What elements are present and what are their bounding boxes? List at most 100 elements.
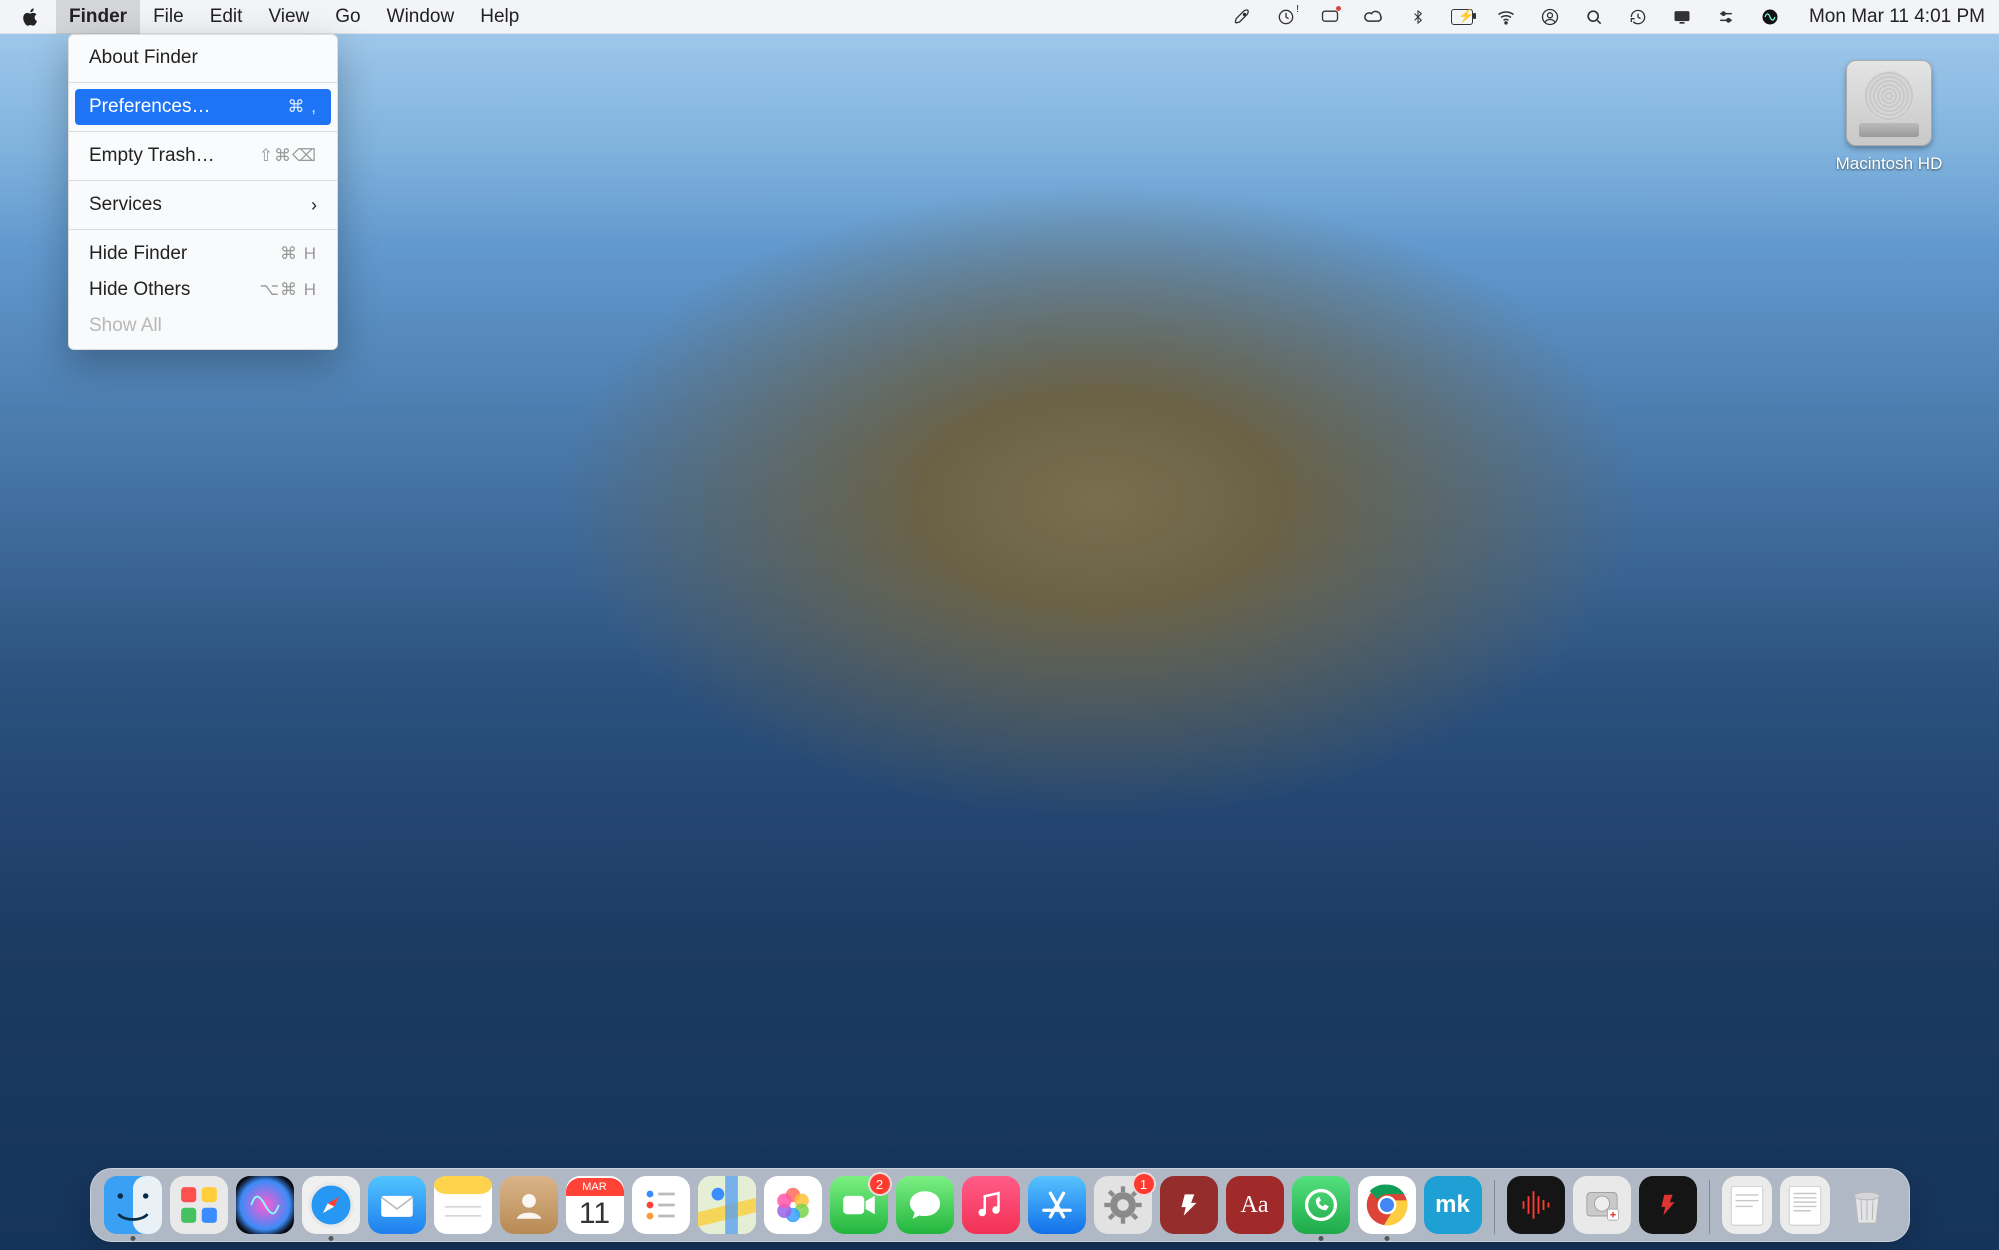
creative-cloud-icon[interactable] xyxy=(1363,6,1385,28)
dock-app-maps[interactable] xyxy=(698,1176,756,1234)
menu-finder[interactable]: Finder xyxy=(56,0,140,34)
menu-item-label: Preferences… xyxy=(89,96,210,118)
disk-utility-icon xyxy=(1580,1183,1624,1227)
dock-app-launchpad[interactable] xyxy=(170,1176,228,1234)
menu-bar: Finder File Edit View Go Window Help ! ⚡… xyxy=(0,0,1999,34)
menu-item-label: Show All xyxy=(89,315,162,337)
display-menu-icon[interactable] xyxy=(1671,6,1693,28)
menu-item-label: Empty Trash… xyxy=(89,145,215,167)
menu-file[interactable]: File xyxy=(140,0,197,34)
trash-icon xyxy=(1843,1178,1891,1232)
dock-trash[interactable] xyxy=(1838,1176,1896,1234)
calendar-day-label: 11 xyxy=(579,1196,610,1232)
menu-go[interactable]: Go xyxy=(322,0,373,34)
dock-app-mk[interactable]: mk xyxy=(1424,1176,1482,1234)
control-strip-icon[interactable] xyxy=(1715,6,1737,28)
battery-icon[interactable]: ⚡ xyxy=(1451,6,1473,28)
siri-icon xyxy=(245,1185,285,1225)
dock-app-mail[interactable] xyxy=(368,1176,426,1234)
dock-app-disk-utility[interactable] xyxy=(1573,1176,1631,1234)
dock: MAR 11 2 1 Aa xyxy=(90,1168,1910,1242)
menu-empty-trash[interactable]: Empty Trash… ⇧⌘⌫ xyxy=(69,138,337,174)
menu-item-label: Hide Others xyxy=(89,279,190,301)
dock-separator xyxy=(1494,1180,1495,1234)
menu-shortcut: ⌘ H xyxy=(280,244,317,264)
menu-about-finder[interactable]: About Finder xyxy=(69,40,337,76)
menu-separator xyxy=(69,131,337,132)
bluetooth-icon[interactable] xyxy=(1407,6,1429,28)
menu-view[interactable]: View xyxy=(255,0,322,34)
menu-shortcut: ⌥⌘ H xyxy=(259,280,317,300)
rocket-icon[interactable] xyxy=(1231,6,1253,28)
menu-edit[interactable]: Edit xyxy=(197,0,256,34)
flash-icon xyxy=(1653,1190,1683,1220)
user-icon[interactable] xyxy=(1539,6,1561,28)
finder-dropdown-menu: About Finder Preferences… ⌘ , Empty Tras… xyxy=(68,34,338,350)
dictionary-icon: Aa xyxy=(1241,1192,1269,1219)
badge-count: 2 xyxy=(868,1172,892,1196)
menu-separator xyxy=(69,82,337,83)
safari-icon xyxy=(305,1179,357,1231)
document-icon xyxy=(1782,1180,1828,1230)
bell-alert-icon[interactable]: ! xyxy=(1275,6,1297,28)
dock-app-notes[interactable] xyxy=(434,1176,492,1234)
menu-help[interactable]: Help xyxy=(467,0,532,34)
menu-item-label: Services xyxy=(89,194,162,216)
menu-window[interactable]: Window xyxy=(374,0,468,34)
dock-app-safari[interactable] xyxy=(302,1176,360,1234)
desktop-icon-macintosh-hd[interactable]: Macintosh HD xyxy=(1829,60,1949,174)
chevron-right-icon: › xyxy=(311,195,317,216)
dock-app-facetime[interactable]: 2 xyxy=(830,1176,888,1234)
dock-app-flash-player[interactable] xyxy=(1160,1176,1218,1234)
wifi-icon[interactable] xyxy=(1495,6,1517,28)
calendar-month-label: MAR xyxy=(566,1178,624,1196)
menu-item-label: Hide Finder xyxy=(89,243,187,265)
appstore-icon xyxy=(1036,1184,1078,1226)
menu-preferences[interactable]: Preferences… ⌘ , xyxy=(75,89,331,125)
menu-hide-others[interactable]: Hide Others ⌥⌘ H xyxy=(69,272,337,308)
dock-app-chrome[interactable] xyxy=(1358,1176,1416,1234)
messages-icon xyxy=(903,1183,947,1227)
menu-shortcut: ⇧⌘⌫ xyxy=(259,146,317,166)
dock-app-system-preferences[interactable]: 1 xyxy=(1094,1176,1152,1234)
siri-menu-icon[interactable] xyxy=(1759,6,1781,28)
menu-separator xyxy=(69,180,337,181)
menu-hide-finder[interactable]: Hide Finder ⌘ H xyxy=(69,236,337,272)
dock-app-finder[interactable] xyxy=(104,1176,162,1234)
apple-menu[interactable] xyxy=(20,6,42,28)
dock-app-siri[interactable] xyxy=(236,1176,294,1234)
document-icon xyxy=(1724,1180,1770,1230)
reminders-icon xyxy=(639,1183,683,1227)
running-indicator-icon xyxy=(328,1236,333,1241)
dock-app-calendar[interactable]: MAR 11 xyxy=(566,1176,624,1234)
dock-app-contacts[interactable] xyxy=(500,1176,558,1234)
dock-app-appstore[interactable] xyxy=(1028,1176,1086,1234)
mail-icon xyxy=(376,1184,418,1226)
dock-recent-document-1[interactable] xyxy=(1722,1176,1772,1234)
dock-app-whatsapp[interactable] xyxy=(1292,1176,1350,1234)
dock-app-messages[interactable] xyxy=(896,1176,954,1234)
dock-app-reminders[interactable] xyxy=(632,1176,690,1234)
finder-icon xyxy=(104,1176,162,1234)
time-machine-icon[interactable] xyxy=(1627,6,1649,28)
waveform-icon xyxy=(1516,1185,1556,1225)
dock-app-voice-memos[interactable] xyxy=(1507,1176,1565,1234)
menu-separator xyxy=(69,229,337,230)
desktop-icon-label: Macintosh HD xyxy=(1829,154,1949,174)
dock-recent-document-2[interactable] xyxy=(1780,1176,1830,1234)
flash-icon xyxy=(1172,1188,1206,1222)
spotlight-search-icon[interactable] xyxy=(1583,6,1605,28)
whatsapp-icon xyxy=(1300,1184,1342,1226)
dock-app-flash-updater[interactable] xyxy=(1639,1176,1697,1234)
menu-bar-clock[interactable]: Mon Mar 11 4:01 PM xyxy=(1803,6,1985,28)
dock-separator xyxy=(1709,1180,1710,1234)
dock-app-music[interactable] xyxy=(962,1176,1020,1234)
menu-bar-status-icons: ! ⚡ Mon Mar 11 4:01 PM xyxy=(1231,6,1985,28)
dock-app-dictionary[interactable]: Aa xyxy=(1226,1176,1284,1234)
dock-app-photos[interactable] xyxy=(764,1176,822,1234)
photos-icon xyxy=(770,1182,816,1228)
menu-show-all: Show All xyxy=(69,308,337,344)
menu-services[interactable]: Services › xyxy=(69,187,337,223)
screen-icon[interactable] xyxy=(1319,6,1341,28)
contacts-icon xyxy=(507,1183,551,1227)
